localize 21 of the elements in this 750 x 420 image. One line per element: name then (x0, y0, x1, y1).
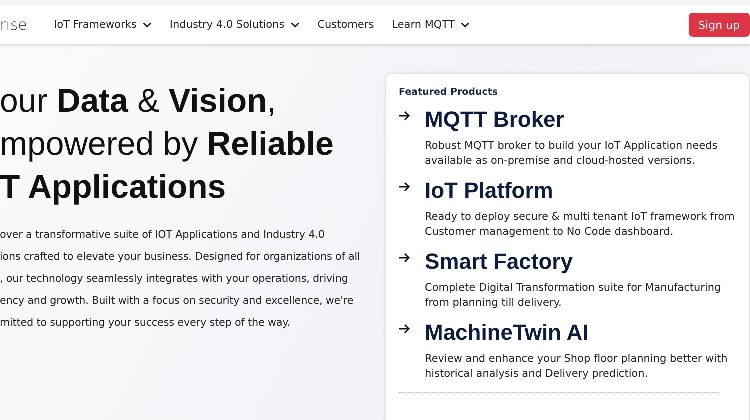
logo-text[interactable]: rise (0, 16, 54, 34)
product-title-link[interactable]: MQTT Broker (425, 106, 735, 134)
product-title-link[interactable]: IoT Platform (425, 177, 735, 205)
arrow-icon (399, 253, 411, 263)
nav-link[interactable]: Industry 4.0 Solutions (170, 19, 300, 31)
intro-paragraph: over a transformative suite of IOT Applications and Industry 4.0 ions crafted to elevate your business. Designed for organizations of all , our technology seamlessly integrates with your operations, driving ency and growth. Built with a focus on security and excellence, we're mitted to supporting your success every step of the way. (0, 228, 362, 331)
product-description: Complete Digital Transformation suite for Manufacturing from planning till delivery. (425, 281, 722, 311)
nav-link[interactable]: Learn MQTT (392, 19, 470, 31)
product-description: Ready to deploy secure & multi tenant IoT framework from Customer management to No Code dashboard. (425, 210, 735, 240)
nav-link[interactable]: IoT Frameworks (54, 19, 152, 31)
product-title-link[interactable]: Smart Factory (425, 248, 735, 276)
product-title-link[interactable]: MachineTwin AI (425, 319, 735, 347)
nav-link[interactable]: Customers (318, 19, 374, 31)
card-heading: Featured Products (399, 87, 500, 98)
headline: our Data & Vision, mpowered by Reliable T Applications (0, 81, 335, 207)
arrow-icon (399, 182, 411, 192)
sign-up-button[interactable]: Sign up (688, 13, 750, 37)
arrow-icon (399, 324, 411, 334)
arrow-icon (399, 111, 411, 121)
product-description: Robust MQTT broker to build your IoT Application needs available as on-premise and cloud-hosted versions. (425, 139, 719, 169)
product-description: Review and enhance your Shop floor planning better with historical analysis and Delivery prediction. (425, 352, 729, 382)
